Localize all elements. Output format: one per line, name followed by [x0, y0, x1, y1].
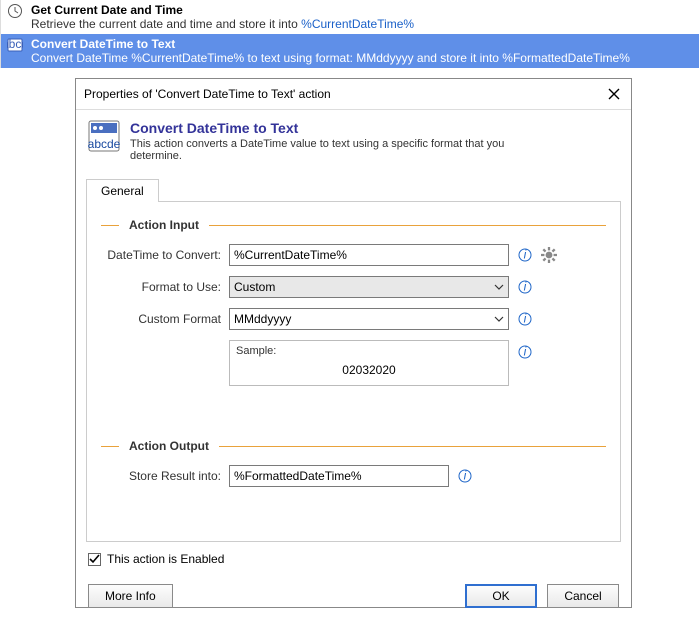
tabbar: General — [86, 178, 621, 202]
enabled-checkbox[interactable] — [88, 553, 101, 566]
abcd-icon: abcd — [7, 37, 23, 53]
info-icon[interactable]: i — [517, 247, 533, 263]
dialog-titlebar: Properties of 'Convert DateTime to Text'… — [76, 79, 631, 110]
action-icon: abcde — [88, 120, 120, 152]
sample-box: Sample: 02032020 — [229, 340, 509, 386]
svg-text:i: i — [464, 469, 467, 483]
tab-panel-general: Action Input DateTime to Convert: i Form… — [86, 202, 621, 542]
datetime-to-convert-input[interactable] — [229, 244, 509, 266]
svg-text:abcd: abcd — [7, 37, 23, 51]
svg-text:i: i — [524, 345, 527, 359]
dialog-header-title: Convert DateTime to Text — [130, 120, 550, 136]
label-format-to-use: Format to Use: — [101, 280, 221, 294]
chevron-down-icon — [494, 282, 504, 292]
label-sample: Sample: — [236, 345, 502, 357]
flow-step-get-datetime[interactable]: Get Current Date and Time Retrieve the c… — [1, 0, 699, 34]
svg-text:i: i — [524, 280, 527, 294]
dialog-header: abcde Convert DateTime to Text This acti… — [76, 110, 631, 172]
info-icon[interactable]: i — [517, 344, 533, 360]
gear-icon[interactable] — [541, 247, 557, 263]
ok-button[interactable]: OK — [465, 584, 537, 608]
sample-value: 02032020 — [236, 357, 502, 377]
dialog-title: Properties of 'Convert DateTime to Text'… — [84, 87, 605, 101]
tab-general[interactable]: General — [86, 179, 159, 202]
format-to-use-select[interactable]: Custom — [229, 276, 509, 298]
dialog-header-desc: This action converts a DateTime value to… — [130, 138, 550, 162]
step-desc: Convert DateTime %CurrentDateTime% to te… — [31, 51, 693, 65]
info-icon[interactable]: i — [517, 311, 533, 327]
section-action-input: Action Input — [101, 218, 606, 232]
svg-text:abcde: abcde — [88, 137, 120, 151]
info-icon[interactable]: i — [517, 279, 533, 295]
store-result-input[interactable] — [229, 465, 449, 487]
more-info-button[interactable]: More Info — [88, 584, 173, 608]
label-custom-format: Custom Format — [101, 312, 221, 326]
step-title: Get Current Date and Time — [31, 3, 693, 17]
custom-format-combobox[interactable]: MMddyyyy — [229, 308, 509, 330]
info-icon[interactable]: i — [457, 468, 473, 484]
cancel-button[interactable]: Cancel — [547, 584, 619, 608]
variable-ref: %CurrentDateTime% — [131, 51, 244, 65]
svg-text:i: i — [524, 248, 527, 262]
properties-dialog: Properties of 'Convert DateTime to Text'… — [75, 78, 632, 608]
chevron-down-icon — [494, 314, 504, 324]
enabled-checkbox-row[interactable]: This action is Enabled — [88, 552, 619, 566]
label-store-result: Store Result into: — [101, 469, 221, 483]
variable-ref: %FormattedDateTime% — [502, 51, 630, 65]
variable-ref: %CurrentDateTime% — [301, 17, 414, 31]
label-datetime-to-convert: DateTime to Convert: — [101, 248, 221, 262]
enabled-label: This action is Enabled — [107, 552, 224, 566]
clock-icon — [7, 3, 23, 19]
close-button[interactable] — [605, 85, 623, 103]
section-action-output: Action Output — [101, 439, 606, 453]
step-title: Convert DateTime to Text — [31, 37, 693, 51]
step-desc: Retrieve the current date and time and s… — [31, 17, 693, 31]
flow-step-convert-datetime[interactable]: abcd Convert DateTime to Text Convert Da… — [1, 34, 699, 68]
svg-text:i: i — [524, 312, 527, 326]
